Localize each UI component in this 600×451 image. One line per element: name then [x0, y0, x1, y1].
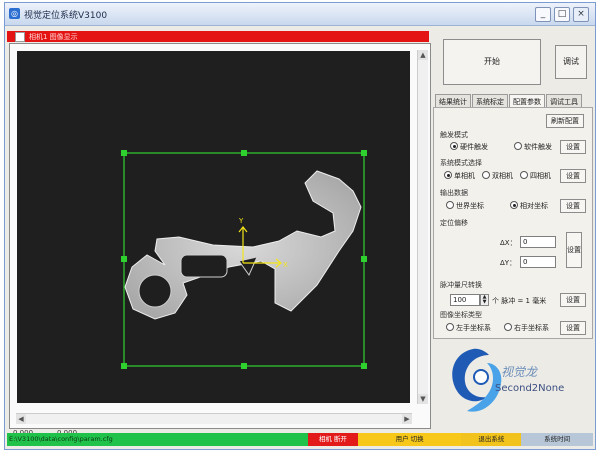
- radio-software-trigger[interactable]: 软件触发: [514, 142, 552, 152]
- radio-dot-icon: [446, 201, 454, 209]
- part-hole-round: [138, 274, 172, 308]
- window-title: 视觉定位系统V3100: [24, 11, 108, 21]
- status-bar: E:\V3100\data\config\param.cfg 相机 断开 用户 …: [7, 433, 593, 446]
- pulse-set-button[interactable]: 设置: [560, 293, 586, 307]
- status-exit-system[interactable]: 退出系统: [461, 433, 522, 446]
- scroll-left-icon[interactable]: ◀: [16, 414, 26, 424]
- part-image: Y X: [121, 150, 367, 369]
- offset-set-button[interactable]: 设置: [566, 232, 582, 268]
- scroll-up-icon[interactable]: ▲: [418, 50, 428, 60]
- radio-dot-icon: [482, 171, 490, 179]
- radio-single-camera[interactable]: 单相机: [444, 171, 475, 181]
- radio-hardware-trigger[interactable]: 硬件触发: [450, 142, 488, 152]
- logo-mark-icon: [452, 348, 502, 412]
- pulse-unit-text: 个 脉冲 = 1 毫米: [492, 297, 547, 305]
- axis-x-label: X: [283, 261, 288, 269]
- trigger-mode-title: 触发模式: [440, 131, 468, 139]
- camera-status-text: 相机1 图像显示: [29, 33, 78, 41]
- radio-relative-coord[interactable]: 相对坐标: [510, 201, 548, 211]
- start-button[interactable]: 开始: [443, 39, 541, 85]
- dx-label: ΔX：: [500, 239, 517, 247]
- status-user-switch[interactable]: 用户 切换: [357, 433, 462, 446]
- radio-dot-icon: [446, 323, 454, 331]
- app-icon: ◎: [9, 8, 20, 19]
- test-button[interactable]: 调试: [555, 45, 587, 79]
- radio-dot-icon: [510, 201, 518, 209]
- logo-text-en: Second2None: [495, 383, 565, 394]
- status-config-path: E:\V3100\data\config\param.cfg: [7, 433, 308, 446]
- scroll-down-icon[interactable]: ▼: [418, 394, 428, 404]
- vertical-scrollbar[interactable]: ▲ ▼: [417, 50, 428, 404]
- horizontal-scrollbar[interactable]: ◀ ▶: [16, 413, 412, 424]
- company-logo: 视觉龙 Second2None: [443, 341, 593, 429]
- radio-dual-camera[interactable]: 双相机: [482, 171, 513, 181]
- radio-dot-icon: [520, 171, 528, 179]
- radio-quad-camera[interactable]: 四相机: [520, 171, 551, 181]
- radio-dot-icon: [444, 171, 452, 179]
- main-window: ◎ 视觉定位系统V3100 _ □ × 相机1 图像显示 Y X ▲ ▼ ◀ ▶…: [4, 2, 596, 450]
- tab-results[interactable]: 结果统计: [435, 94, 471, 107]
- radio-dot-icon: [504, 323, 512, 331]
- maximize-button[interactable]: □: [554, 7, 570, 22]
- tab-bar: 结果统计 系统标定 配置参数 调试工具: [435, 94, 585, 107]
- image-pane: 相机1 图像显示 Y X ▲ ▼ ◀ ▶: [7, 31, 431, 437]
- config-panel: 刷新配置 触发模式 硬件触发 软件触发 设置 系统模式选择 单相机 双相机 四相…: [433, 107, 593, 339]
- status-system-time: 系统时间: [521, 433, 593, 446]
- radio-dot-icon: [450, 142, 458, 150]
- camera-status-strip: 相机1 图像显示: [7, 31, 429, 42]
- tab-calibration[interactable]: 系统标定: [472, 94, 508, 107]
- coord-type-set-button[interactable]: 设置: [560, 321, 586, 335]
- scroll-right-icon[interactable]: ▶: [402, 414, 412, 424]
- image-viewer[interactable]: Y X: [17, 51, 410, 403]
- output-data-title: 输出数据: [440, 189, 468, 197]
- close-button[interactable]: ×: [573, 7, 589, 22]
- radio-world-coord[interactable]: 世界坐标: [446, 201, 484, 211]
- viewer-frame: Y X ▲ ▼ ◀ ▶: [9, 43, 431, 429]
- minimize-button[interactable]: _: [535, 7, 551, 22]
- offset-title: 定位偏移: [440, 219, 468, 227]
- pulse-conversion-title: 脉冲量尺转换: [440, 281, 482, 289]
- mode-set-button[interactable]: 设置: [560, 169, 586, 183]
- dy-label: ΔY：: [500, 259, 517, 267]
- dy-input[interactable]: 0: [520, 256, 556, 268]
- trigger-set-button[interactable]: 设置: [560, 140, 586, 154]
- part-hole-slot: [180, 254, 228, 278]
- radio-right-hand[interactable]: 右手坐标系: [504, 323, 549, 333]
- coord-type-title: 图像坐标类型: [440, 311, 482, 319]
- radio-dot-icon: [514, 142, 522, 150]
- pulse-input[interactable]: 100: [450, 294, 480, 306]
- system-mode-title: 系统模式选择: [440, 159, 482, 167]
- tab-config[interactable]: 配置参数: [509, 94, 545, 107]
- refresh-config-button[interactable]: 刷新配置: [546, 114, 584, 128]
- title-bar: ◎ 视觉定位系统V3100 _ □ ×: [5, 3, 595, 26]
- tab-debug[interactable]: 调试工具: [546, 94, 582, 107]
- axis-y-label: Y: [238, 217, 244, 225]
- radio-left-hand[interactable]: 左手坐标系: [446, 323, 491, 333]
- logo-text-cn: 视觉龙: [501, 365, 538, 379]
- spin-stepper-icon[interactable]: ▲ ▼: [480, 294, 489, 306]
- control-pane: 开始 调试 结果统计 系统标定 配置参数 调试工具 刷新配置 触发模式 硬件触发…: [433, 31, 593, 433]
- dx-input[interactable]: 0: [520, 236, 556, 248]
- output-set-button[interactable]: 设置: [560, 199, 586, 213]
- status-camera: 相机 断开: [307, 433, 358, 446]
- camera-checkbox[interactable]: [15, 32, 25, 42]
